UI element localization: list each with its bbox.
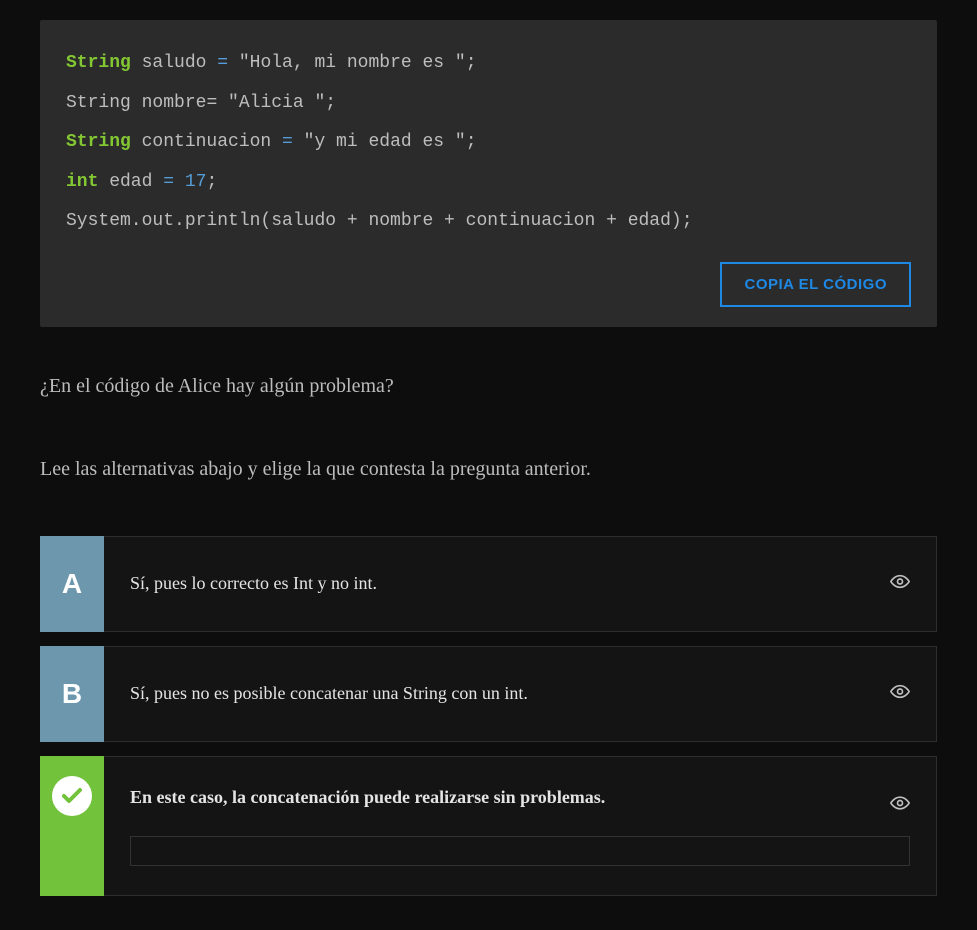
code-line: System.out.println(saludo + nombre + con… — [66, 202, 911, 242]
choice-text: Sí, pues lo correcto es Int y no int. — [130, 573, 377, 594]
choice-body: Sí, pues no es posible concatenar una St… — [104, 646, 937, 742]
copy-code-button[interactable]: COPIA EL CÓDIGO — [720, 262, 911, 307]
code-line: int edad = 17; — [66, 163, 911, 203]
question-text: ¿En el código de Alice hay algún problem… — [40, 375, 937, 398]
code-line: String nombre= "Alicia "; — [66, 84, 911, 124]
instruction-text: Lee las alternativas abajo y elige la qu… — [40, 458, 937, 481]
explanation-box — [130, 836, 910, 866]
choice-text: En este caso, la concatenación puede rea… — [130, 787, 605, 808]
code-line: String saludo = "Hola, mi nombre es "; — [66, 44, 911, 84]
eye-icon[interactable] — [890, 571, 910, 596]
code-block: String saludo = "Hola, mi nombre es "; S… — [40, 20, 937, 327]
eye-icon[interactable] — [890, 681, 910, 706]
choice-letter: B — [40, 646, 104, 742]
choice-a[interactable]: A Sí, pues lo correcto es Int y no int. — [40, 536, 937, 632]
choice-letter: A — [40, 536, 104, 632]
code-line: String continuacion = "y mi edad es "; — [66, 123, 911, 163]
keyword-type: String — [66, 53, 131, 73]
choice-b[interactable]: B Sí, pues no es posible concatenar una … — [40, 646, 937, 742]
choice-text: Sí, pues no es posible concatenar una St… — [130, 683, 528, 704]
choice-body: Sí, pues lo correcto es Int y no int. — [104, 536, 937, 632]
check-icon — [52, 776, 92, 816]
eye-icon[interactable] — [890, 793, 910, 818]
